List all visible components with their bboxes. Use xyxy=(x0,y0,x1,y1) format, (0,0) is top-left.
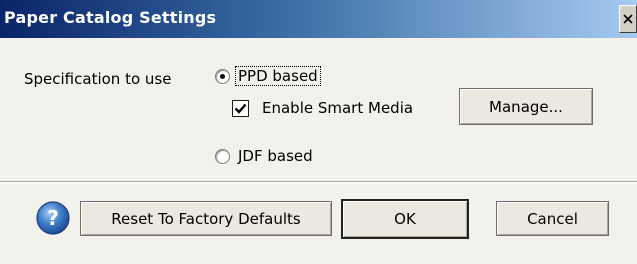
close-button[interactable] xyxy=(619,5,637,33)
ok-button[interactable]: OK xyxy=(341,199,469,239)
close-icon xyxy=(623,14,633,24)
dialog-title: Paper Catalog Settings xyxy=(4,8,217,27)
radio-jdf-based[interactable] xyxy=(215,149,230,164)
ppd-based-label[interactable]: PPD based xyxy=(235,66,321,86)
title-bar: Paper Catalog Settings xyxy=(0,0,637,38)
jdf-based-label[interactable]: JDF based xyxy=(238,147,313,165)
specification-label: Specification to use xyxy=(24,70,172,88)
separator xyxy=(0,181,637,183)
cancel-button[interactable]: Cancel xyxy=(496,201,609,236)
help-icon[interactable]: ? xyxy=(35,200,71,236)
svg-text:?: ? xyxy=(47,206,59,230)
reset-to-factory-defaults-button[interactable]: Reset To Factory Defaults xyxy=(80,201,332,236)
dialog-body: Specification to use PPD based Enable Sm… xyxy=(0,38,637,264)
checkmark-icon xyxy=(234,103,247,114)
enable-smart-media-checkbox[interactable] xyxy=(232,100,249,117)
manage-button[interactable]: Manage... xyxy=(459,88,593,125)
radio-ppd-based[interactable] xyxy=(215,69,230,84)
enable-smart-media-label[interactable]: Enable Smart Media xyxy=(262,99,413,117)
